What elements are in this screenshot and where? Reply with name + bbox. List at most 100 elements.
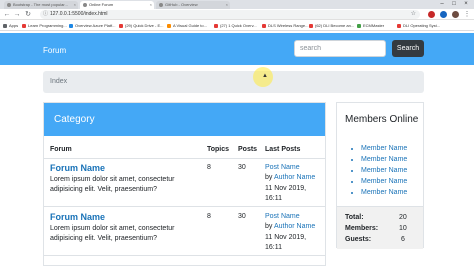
reload-icon[interactable]: ↻ [24,10,32,19]
window-controls: – □ × [436,0,472,9]
bookmark-favicon-icon [397,24,401,28]
bookmark-label: DLS Wireless Range... [268,23,309,28]
bookmark-label: Overview Azure Platf... [75,23,116,28]
row-divider [44,158,325,159]
breadcrumb-item-index[interactable]: Index [50,78,67,85]
stat-value-guests: 6 [401,236,405,243]
stat-value-members: 10 [399,225,407,232]
close-tab-icon[interactable]: × [226,2,228,7]
category-title: Category [54,114,95,125]
member-link[interactable]: Member Name [361,143,407,154]
member-link[interactable]: Member Name [361,187,407,198]
apps-icon [3,24,7,28]
back-icon[interactable]: ← [3,10,11,19]
brand-link[interactable]: Forum [43,46,66,55]
topics-count: 8 [207,164,211,171]
bookmark-favicon-icon [309,24,313,28]
browser-tab-label: GitHub - Overview [165,2,198,7]
author-link[interactable]: Author Name [274,223,315,230]
posts-count: 30 [238,164,246,171]
bookmark-favicon-icon [69,24,73,28]
stat-label-total: Total: [345,214,364,221]
bookmark-star-icon[interactable]: ☆ [411,10,416,19]
bookmark-label: DLI Operating Syst... [403,23,441,28]
forum-name-link[interactable]: Forum Name [50,163,105,173]
bookmark-favicon-icon [357,24,361,28]
close-window-icon[interactable]: × [460,0,472,9]
bookmark-item[interactable]: (27) 1 Quick Overv... [214,23,257,29]
last-post-link[interactable]: Post Name [265,164,300,171]
bookmark-label: Learn Programming... [28,23,67,28]
forward-icon[interactable]: → [13,10,21,19]
forum-name-link[interactable]: Forum Name [50,212,105,222]
author-link[interactable]: Author Name [274,174,315,181]
extension-icon[interactable] [440,11,447,18]
bookmark-item[interactable]: Learn Programming... [22,23,67,29]
row-divider [44,255,325,256]
favicon-icon [159,3,163,7]
bookmark-item[interactable]: A Visual Guide to... [167,23,207,29]
url-text: 127.0.0.1:5500/index.html [50,11,108,17]
bookmark-label: A Visual Guide to... [173,23,207,28]
info-icon[interactable]: ⓘ [43,10,48,19]
column-header-posts: Posts [238,146,258,153]
bookmark-favicon-icon [22,24,26,28]
row-divider [44,206,325,207]
posts-count: 30 [238,213,246,220]
bookmark-favicon-icon [262,24,266,28]
bookmark-item[interactable]: (62) DLI Become an... [309,23,354,29]
address-bar[interactable]: ⓘ 127.0.0.1:5500/index.html ☆ [40,10,420,19]
column-header-topics: Topics [207,146,230,153]
bookmark-item[interactable]: DLI Operating Syst... [397,23,440,29]
favicon-icon [83,3,87,7]
bookmark-label: (27) 1 Quick Overv... [220,23,257,28]
column-header-last-posts: Last Posts [265,146,301,153]
bookmark-label: Apps [9,23,19,28]
profile-avatar[interactable] [452,11,459,18]
last-post-byline: by Author Name [265,223,315,230]
browser-tab-2[interactable]: Online Forum × [80,1,154,9]
search-input[interactable] [294,40,386,57]
category-card: Category Forum Topics Posts Last Posts F… [43,102,326,266]
member-link[interactable]: Member Name [361,165,407,176]
member-link[interactable]: Member Name [361,154,407,165]
breadcrumb: Index [43,71,424,93]
bookmark-favicon-icon [214,24,218,28]
bookmark-favicon-icon [167,24,171,28]
browser-toolbar: ← → ↻ ⓘ 127.0.0.1:5500/index.html ☆ ⋮ [0,9,474,20]
mouse-cursor-icon: ▲ [262,73,268,79]
forum-description: Lorem ipsum dolor sit amet, consectetur … [50,176,175,193]
browser-tab-strip: Bootstrap - The most popular... × Online… [0,0,474,9]
menu-icon[interactable]: ⋮ [463,10,471,19]
bookmark-item[interactable]: (29) Quick Drive - E... [119,23,163,29]
bookmark-item[interactable]: Apps [3,23,18,29]
member-stats: Total: 20 Members: 10 Guests: 6 [337,206,423,249]
bookmark-item[interactable]: Overview Azure Platf... [69,23,115,29]
maximize-icon[interactable]: □ [448,0,460,9]
browser-tab-label: Bootstrap - The most popular... [13,2,68,7]
member-link[interactable]: Member Name [361,176,407,187]
by-label: by [265,223,273,230]
last-post-byline: by Author Name [265,174,315,181]
minimize-icon[interactable]: – [436,0,448,9]
column-header-forum: Forum [50,146,72,153]
bookmarks-bar: Apps Learn Programming... Overview Azure… [0,21,474,31]
bookmark-favicon-icon [119,24,123,28]
forum-description: Lorem ipsum dolor sit amet, consectetur … [50,225,175,242]
bookmark-item[interactable]: DLS Wireless Range... [262,23,308,29]
by-label: by [265,174,273,181]
bookmark-item[interactable]: ECMMaster [357,23,384,29]
extension-icon[interactable] [428,11,435,18]
members-online-card: Members Online Member Name Member Name M… [336,102,424,249]
close-tab-icon[interactable]: × [74,2,76,7]
browser-tab-3[interactable]: GitHub - Overview × [156,1,230,9]
category-header: Category [44,103,325,136]
last-post-date: 11 Nov 2019, 16:11 [265,185,307,202]
browser-tab-1[interactable]: Bootstrap - The most popular... × [4,1,78,9]
members-online-title: Members Online [345,114,419,125]
stat-label-guests: Guests: [345,236,372,243]
close-tab-icon[interactable]: × [150,2,152,7]
last-post-date: 11 Nov 2019, 16:11 [265,234,307,251]
search-button[interactable]: Search [392,40,424,57]
last-post-link[interactable]: Post Name [265,213,300,220]
